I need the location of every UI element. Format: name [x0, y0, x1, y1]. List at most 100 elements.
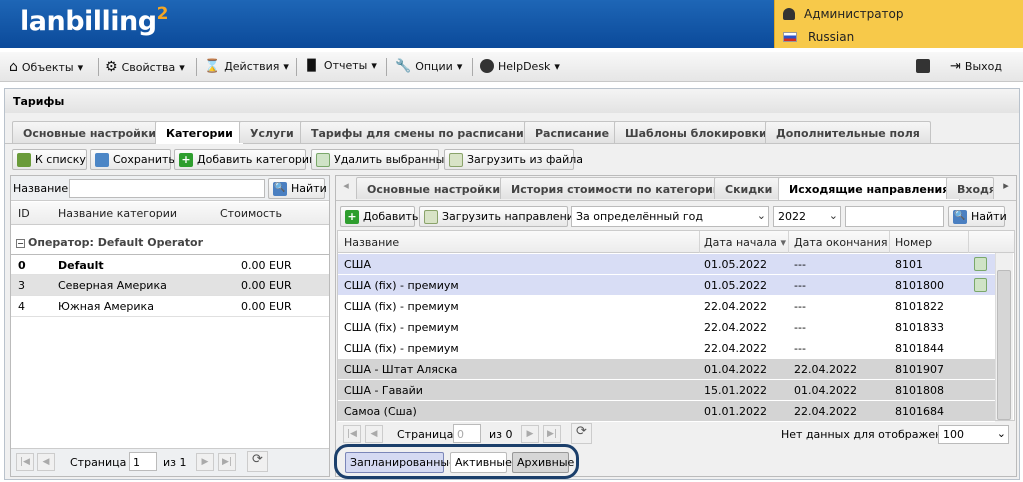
operator-group[interactable]: − Оператор: Default Operator	[16, 236, 203, 249]
tab-schedule-tariffs[interactable]: Тарифы для смены по расписанию	[300, 121, 546, 143]
left-find-button[interactable]: 🔍 Найти	[268, 178, 327, 199]
app-logo: lanbilling2	[20, 4, 168, 37]
cell-end: ---	[794, 342, 806, 355]
tab-additional-fields[interactable]: Дополнительные поля	[765, 121, 931, 143]
active-filter-button[interactable]: Активные	[450, 452, 512, 473]
plus-icon: +	[179, 153, 193, 167]
first-page-button[interactable]: |◀	[343, 425, 361, 443]
delete-row-icon[interactable]	[974, 257, 987, 271]
col-number[interactable]: Номер	[895, 236, 932, 249]
direction-row[interactable]: США (fix) - премиум 22.04.2022 --- 8101844	[338, 338, 995, 359]
gear-icon: ⚙	[105, 59, 118, 75]
flag-icon	[783, 32, 797, 42]
col-name[interactable]: Название	[344, 236, 399, 249]
back-to-list-button[interactable]: К списку	[12, 149, 87, 170]
language-selector[interactable]: Russian	[783, 30, 854, 44]
refresh-icon[interactable]: ⟳	[571, 423, 592, 444]
load-from-file-button[interactable]: Загрузить из файла	[444, 149, 583, 170]
recycle-icon	[316, 153, 330, 167]
logout-icon: ⇥	[950, 59, 961, 74]
right-find-button[interactable]: 🔍 Найти	[948, 206, 1007, 227]
save-button[interactable]: Сохранить	[90, 149, 175, 170]
delete-row-icon[interactable]	[974, 278, 987, 292]
prev-page-button[interactable]: ◀	[365, 425, 383, 443]
cell-num: 8101800	[895, 279, 944, 292]
period-select[interactable]: За определённый год ⌄	[571, 206, 769, 227]
tab-dir-main-settings[interactable]: Основные настройки	[356, 177, 512, 199]
direction-row[interactable]: США (fix) - премиум 22.04.2022 --- 8101833	[338, 317, 995, 338]
left-page-input[interactable]: 1	[129, 452, 157, 471]
direction-row[interactable]: США 01.05.2022 --- 8101	[338, 254, 995, 275]
cell-start: 01.01.2022	[704, 405, 767, 418]
year-select[interactable]: 2022 ⌄	[773, 206, 841, 227]
last-page-button[interactable]: ▶|	[543, 425, 561, 443]
first-page-button[interactable]: |◀	[16, 453, 34, 471]
cell-end: 01.04.2022	[794, 384, 857, 397]
cell-name: США (fix) - премиум	[344, 342, 459, 355]
menu-helpdesk[interactable]: HelpDesk ▾	[480, 59, 560, 73]
cell-end: ---	[794, 321, 806, 334]
user-name[interactable]: Администратор	[783, 7, 904, 21]
tabs-scroll-left[interactable]: ◂	[337, 179, 355, 197]
objects-icon: ⌂	[9, 59, 18, 75]
tab-schedule[interactable]: Расписание	[524, 121, 621, 143]
refresh-icon[interactable]: ⟳	[247, 451, 268, 472]
category-row[interactable]: 4 Южная Америка 0.00 EUR	[11, 296, 329, 317]
archive-filter-button[interactable]: Архивные	[512, 452, 574, 473]
grid-scroll-thumb[interactable]	[997, 270, 1011, 420]
next-page-button[interactable]: ▶	[521, 425, 539, 443]
wrench-icon: 🔧	[395, 59, 412, 74]
add-category-button[interactable]: + Добавить категорию	[174, 149, 318, 170]
direction-row[interactable]: Самоа (Сша) 01.01.2022 22.04.2022 8101684	[338, 401, 995, 422]
menu-properties[interactable]: ⚙ Свойства ▾	[105, 59, 185, 75]
cell-num: 8101684	[895, 405, 944, 418]
direction-row[interactable]: США (fix) - премиум 22.04.2022 --- 8101822	[338, 296, 995, 317]
category-row[interactable]: 0 Default 0.00 EUR	[11, 254, 329, 275]
save-icon	[95, 153, 109, 167]
categories-header: ID Название категории Стоимость	[11, 202, 329, 225]
tab-incoming-directions[interactable]: Входящ	[946, 177, 994, 199]
direction-row[interactable]: США - Штат Аляска 01.04.2022 22.04.2022 810…	[338, 359, 995, 380]
plus-icon: +	[345, 210, 359, 224]
menu-actions[interactable]: ⌛ Действия ▾	[204, 59, 289, 74]
save-icon-button[interactable]	[916, 59, 930, 73]
cell-name: Самоа (Сша)	[344, 405, 417, 418]
menu-objects[interactable]: ⌂ Объекты ▾	[9, 59, 83, 75]
page-size-select[interactable]: 100 ⌄	[938, 425, 1009, 444]
tab-cost-history[interactable]: История стоимости по категории	[500, 177, 732, 199]
right-page-input[interactable]: 0	[453, 424, 481, 443]
col-category-name[interactable]: Название категории	[58, 207, 177, 220]
name-filter-input[interactable]	[69, 179, 265, 198]
load-directions-button[interactable]: Загрузить направления	[419, 206, 581, 227]
menu-options[interactable]: 🔧 Опции ▾	[395, 59, 462, 74]
tab-services[interactable]: Услуги	[239, 121, 305, 143]
tab-outgoing-directions[interactable]: Исходящие направления	[778, 177, 961, 200]
col-start-date[interactable]: Дата начала ▾	[704, 236, 786, 249]
direction-row[interactable]: США - Гавайи 15.01.2022 01.04.2022 8101808	[338, 380, 995, 401]
next-page-button[interactable]: ▶	[196, 453, 214, 471]
cell-name: США (fix) - премиум	[344, 279, 459, 292]
planned-filter-button[interactable]: Запланированные	[345, 452, 456, 473]
tab-discounts[interactable]: Скидки	[714, 177, 784, 199]
cell-end: ---	[794, 279, 806, 292]
col-id[interactable]: ID	[18, 207, 30, 220]
delete-selected-button[interactable]: Удалить выбранные	[311, 149, 451, 170]
bar-chart-icon: ▐▌	[303, 59, 320, 72]
menu-reports[interactable]: ▐▌ Отчеты ▾	[303, 59, 377, 72]
cell-name: США (fix) - премиум	[344, 321, 459, 334]
col-end-date[interactable]: Дата окончания	[794, 236, 887, 249]
prev-page-button[interactable]: ◀	[37, 453, 55, 471]
logout-button[interactable]: ⇥ Выход	[950, 59, 1002, 74]
add-direction-button[interactable]: + Добавить	[340, 206, 418, 227]
direction-row[interactable]: США (fix) - премиум 01.05.2022 --- 8101800	[338, 275, 995, 296]
category-row[interactable]: 3 Северная Америка 0.00 EUR	[11, 275, 329, 296]
hourglass-icon: ⌛	[204, 59, 221, 74]
tab-main-settings[interactable]: Основные настройки	[12, 121, 168, 143]
col-cost[interactable]: Стоимость	[220, 207, 282, 220]
direction-search-input[interactable]	[845, 206, 944, 227]
tab-categories[interactable]: Категории	[155, 121, 244, 144]
tab-block-templates[interactable]: Шаблоны блокировки	[614, 121, 778, 143]
panel-title: Тарифы	[5, 89, 1019, 113]
tabs-scroll-right[interactable]: ▸	[998, 179, 1014, 197]
last-page-button[interactable]: ▶|	[218, 453, 236, 471]
